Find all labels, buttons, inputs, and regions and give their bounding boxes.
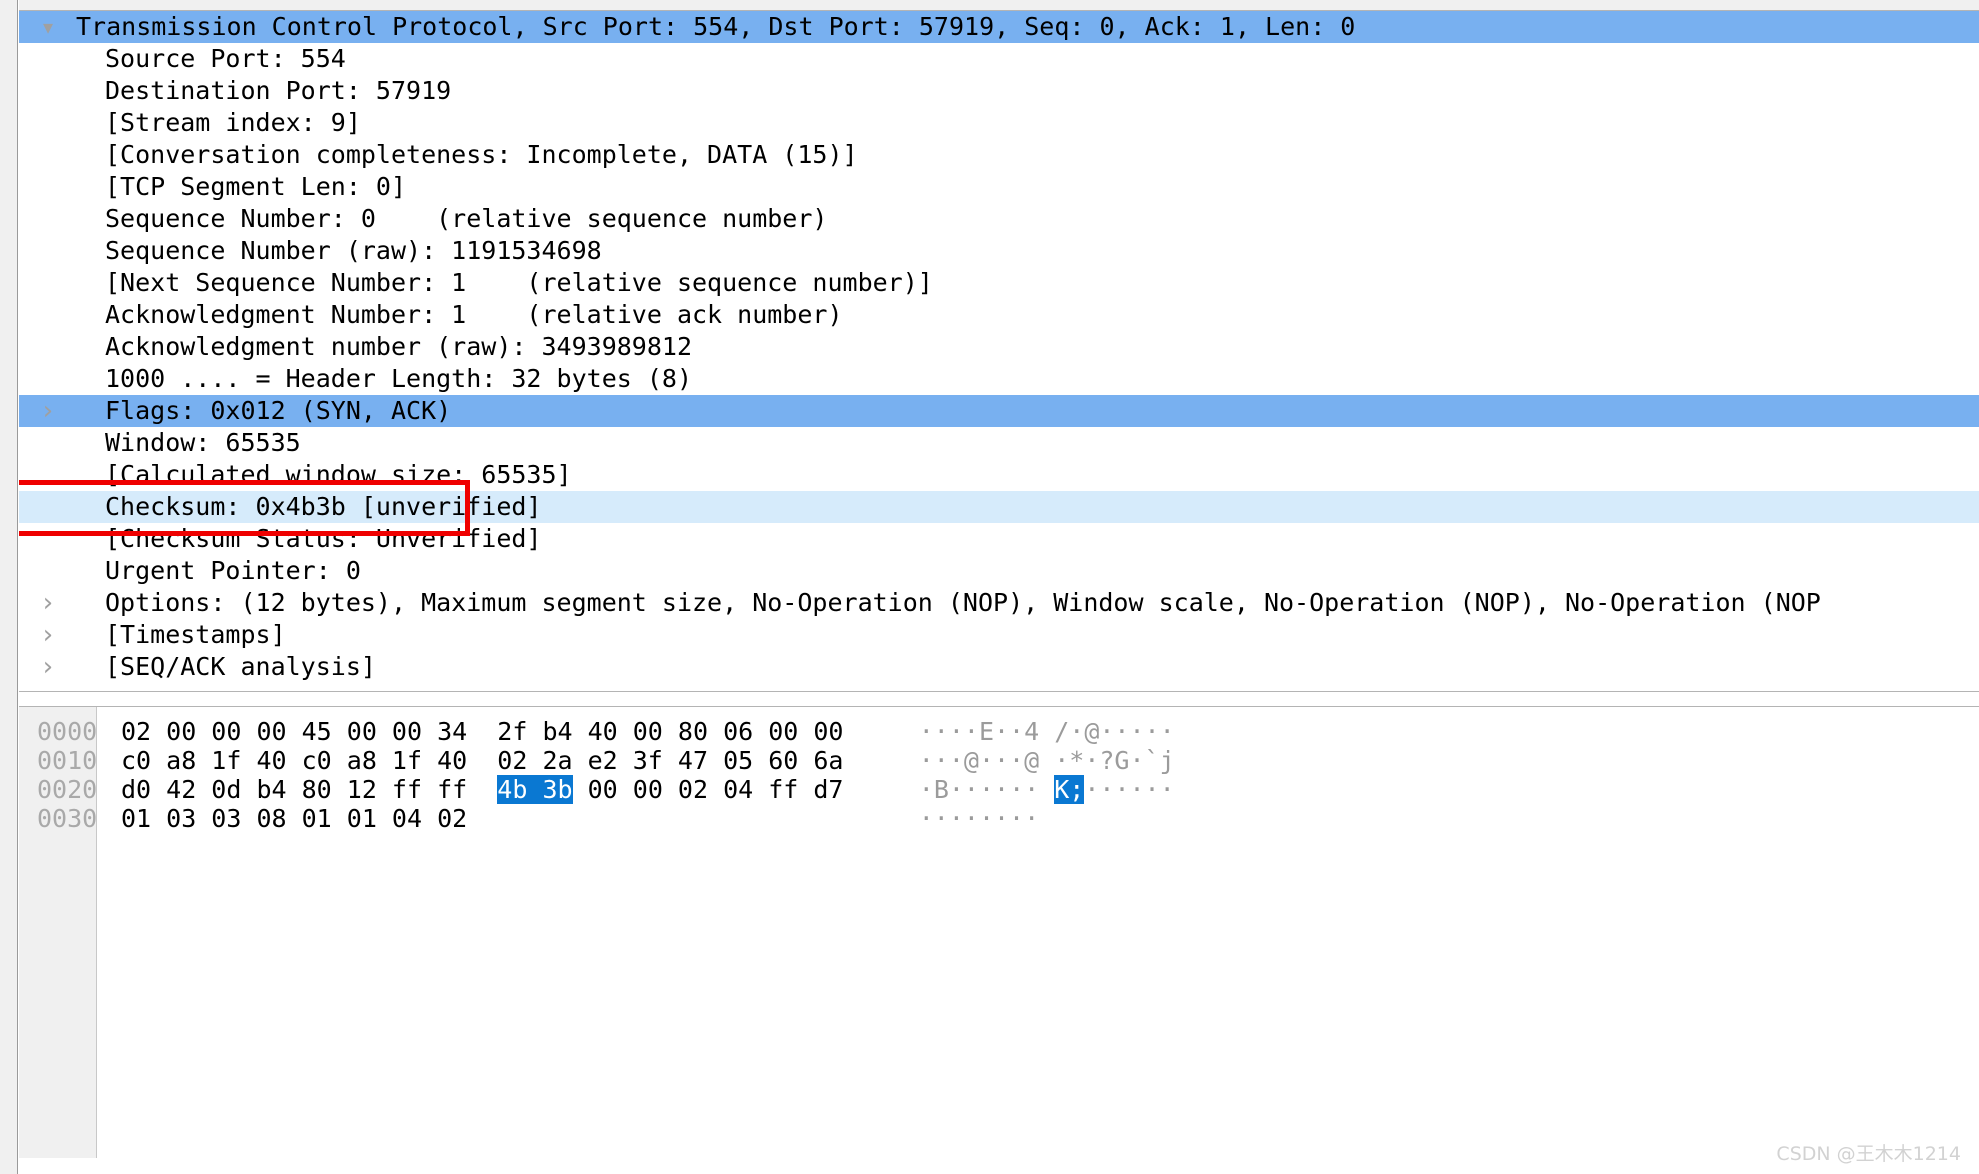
hex-ascii[interactable]: ···@···@ ·*·?G·`j: [859, 746, 1175, 775]
hex-row[interactable]: 0030 01 03 03 08 01 01 04 02 ········: [19, 804, 1979, 833]
tree-row-label: Sequence Number: 0 (relative sequence nu…: [19, 203, 1979, 235]
tree-row-label: [TCP Segment Len: 0]: [19, 171, 1979, 203]
tree-row-label: Sequence Number (raw): 1191534698: [19, 235, 1979, 267]
tree-row-label: Transmission Control Protocol, Src Port:…: [19, 11, 1979, 43]
tree-row[interactable]: [TCP Segment Len: 0]: [19, 171, 1979, 203]
tree-row[interactable]: [Checksum Status: Unverified]: [19, 523, 1979, 555]
hex-pad: [497, 804, 858, 833]
tree-row-label: Destination Port: 57919: [19, 75, 1979, 107]
tree-row[interactable]: [SEQ/ACK analysis]: [19, 651, 1979, 683]
tree-row[interactable]: Source Port: 554: [19, 43, 1979, 75]
tree-row-label: Options: (12 bytes), Maximum segment siz…: [19, 587, 1979, 619]
tree-row[interactable]: Window: 65535: [19, 427, 1979, 459]
tree-row-label: [Timestamps]: [19, 619, 1979, 651]
tree-row[interactable]: 1000 .... = Header Length: 32 bytes (8): [19, 363, 1979, 395]
tree-row[interactable]: Destination Port: 57919: [19, 75, 1979, 107]
hex-offset: 0030: [19, 804, 97, 833]
hex-dump[interactable]: 000002 00 00 00 45 00 00 34 2f b4 40 00 …: [19, 707, 1979, 833]
tree-row[interactable]: [Calculated window size: 65535]: [19, 459, 1979, 491]
hex-pad: [843, 746, 858, 775]
wireshark-window: Transmission Control Protocol, Src Port:…: [0, 0, 1979, 1174]
tree-row[interactable]: [Next Sequence Number: 1 (relative seque…: [19, 267, 1979, 299]
pane-top-spacer: [19, 0, 1979, 10]
hex-ascii[interactable]: ·B······ K;······: [859, 775, 1175, 804]
packet-details-pane[interactable]: Transmission Control Protocol, Src Port:…: [19, 10, 1979, 692]
hex-bytes-left: 01 03 03 08 01 01 04 02: [121, 804, 497, 833]
hex-bytes-right: 2f b4 40 00 80 06 00 00: [497, 717, 843, 746]
hex-ascii-pre: ···@···@ ·*·?G·`j: [859, 746, 1175, 775]
tree-row-label: Urgent Pointer: 0: [19, 555, 1979, 587]
hex-ascii-pre: ·B······: [859, 775, 1055, 804]
hex-offset: 0020: [19, 775, 97, 804]
hex-bytes-left: d0 42 0d b4 80 12 ff ff: [121, 775, 497, 804]
tree-row-label: Window: 65535: [19, 427, 1979, 459]
tree-row-label: Source Port: 554: [19, 43, 1979, 75]
tree-row[interactable]: Options: (12 bytes), Maximum segment siz…: [19, 587, 1979, 619]
packet-bytes-pane[interactable]: 000002 00 00 00 45 00 00 34 2f b4 40 00 …: [19, 706, 1979, 1158]
tree-row[interactable]: Acknowledgment Number: 1 (relative ack n…: [19, 299, 1979, 331]
hex-offset: 0010: [19, 746, 97, 775]
hex-ascii-pre: ····E··4 /·@·····: [859, 717, 1175, 746]
hex-ascii-pre: ········: [859, 804, 1040, 833]
tree-row[interactable]: Sequence Number (raw): 1191534698: [19, 235, 1979, 267]
chevron-right-icon[interactable]: [19, 619, 77, 651]
tree-row[interactable]: [Timestamps]: [19, 619, 1979, 651]
hex-bytes[interactable]: 02 00 00 00 45 00 00 34 2f b4 40 00 80 0…: [97, 717, 859, 746]
tree-row-label: [Stream index: 9]: [19, 107, 1979, 139]
hex-bytes-right-tail: 00 00 02 04 ff d7: [573, 775, 844, 804]
hex-row[interactable]: 0020d0 42 0d b4 80 12 ff ff 4b 3b 00 00 …: [19, 775, 1979, 804]
hex-bytes[interactable]: 01 03 03 08 01 01 04 02: [97, 804, 859, 833]
tree-row[interactable]: [Stream index: 9]: [19, 107, 1979, 139]
tree-row-label: [Next Sequence Number: 1 (relative seque…: [19, 267, 1979, 299]
tree-row-label: Flags: 0x012 (SYN, ACK): [19, 395, 1979, 427]
chevron-down-icon[interactable]: [19, 11, 77, 43]
tree-row[interactable]: Flags: 0x012 (SYN, ACK): [19, 395, 1979, 427]
chevron-right-icon[interactable]: [19, 395, 77, 427]
tree-row[interactable]: Urgent Pointer: 0: [19, 555, 1979, 587]
tree-row-label: Acknowledgment number (raw): 3493989812: [19, 331, 1979, 363]
hex-bytes[interactable]: d0 42 0d b4 80 12 ff ff 4b 3b 00 00 02 0…: [97, 775, 859, 804]
hex-bytes[interactable]: c0 a8 1f 40 c0 a8 1f 40 02 2a e2 3f 47 0…: [97, 746, 859, 775]
tree-row[interactable]: Checksum: 0x4b3b [unverified]: [19, 491, 1979, 523]
hex-bytes-left: 02 00 00 00 45 00 00 34: [121, 717, 497, 746]
hex-ascii[interactable]: ····E··4 /·@·····: [859, 717, 1175, 746]
tree-row[interactable]: Sequence Number: 0 (relative sequence nu…: [19, 203, 1979, 235]
tree-row-label: [SEQ/ACK analysis]: [19, 651, 1979, 683]
tree-row[interactable]: Acknowledgment number (raw): 3493989812: [19, 331, 1979, 363]
tree-row[interactable]: [Conversation completeness: Incomplete, …: [19, 139, 1979, 171]
tree-row-label: 1000 .... = Header Length: 32 bytes (8): [19, 363, 1979, 395]
hex-pad: [844, 775, 859, 804]
chevron-right-icon[interactable]: [19, 587, 77, 619]
tree-row-label: Checksum: 0x4b3b [unverified]: [19, 491, 1979, 523]
hex-ascii[interactable]: ········: [859, 804, 1040, 833]
tree-row-label: Acknowledgment Number: 1 (relative ack n…: [19, 299, 1979, 331]
tree-row[interactable]: Transmission Control Protocol, Src Port:…: [19, 11, 1979, 43]
hex-bytes-right: 02 2a e2 3f 47 05 60 6a: [497, 746, 843, 775]
hex-bytes-highlight[interactable]: 4b 3b: [497, 775, 572, 804]
chevron-right-icon[interactable]: [19, 651, 77, 683]
hex-offset: 0000: [19, 717, 97, 746]
hex-ascii-post: ······: [1084, 775, 1174, 804]
hex-ascii-highlight[interactable]: K;: [1054, 775, 1084, 804]
hex-row[interactable]: 0010c0 a8 1f 40 c0 a8 1f 40 02 2a e2 3f …: [19, 746, 1979, 775]
hex-pad: [843, 717, 858, 746]
tree-row-label: [Conversation completeness: Incomplete, …: [19, 139, 1979, 171]
protocol-tree[interactable]: Transmission Control Protocol, Src Port:…: [19, 11, 1979, 683]
csdn-watermark: CSDN @王木木1214: [1776, 1139, 1961, 1166]
tree-row-label: [Checksum Status: Unverified]: [19, 523, 1979, 555]
hex-row[interactable]: 000002 00 00 00 45 00 00 34 2f b4 40 00 …: [19, 717, 1979, 746]
window-left-gutter: [0, 0, 18, 1174]
hex-bytes-left: c0 a8 1f 40 c0 a8 1f 40: [121, 746, 497, 775]
tree-row-label: [Calculated window size: 65535]: [19, 459, 1979, 491]
